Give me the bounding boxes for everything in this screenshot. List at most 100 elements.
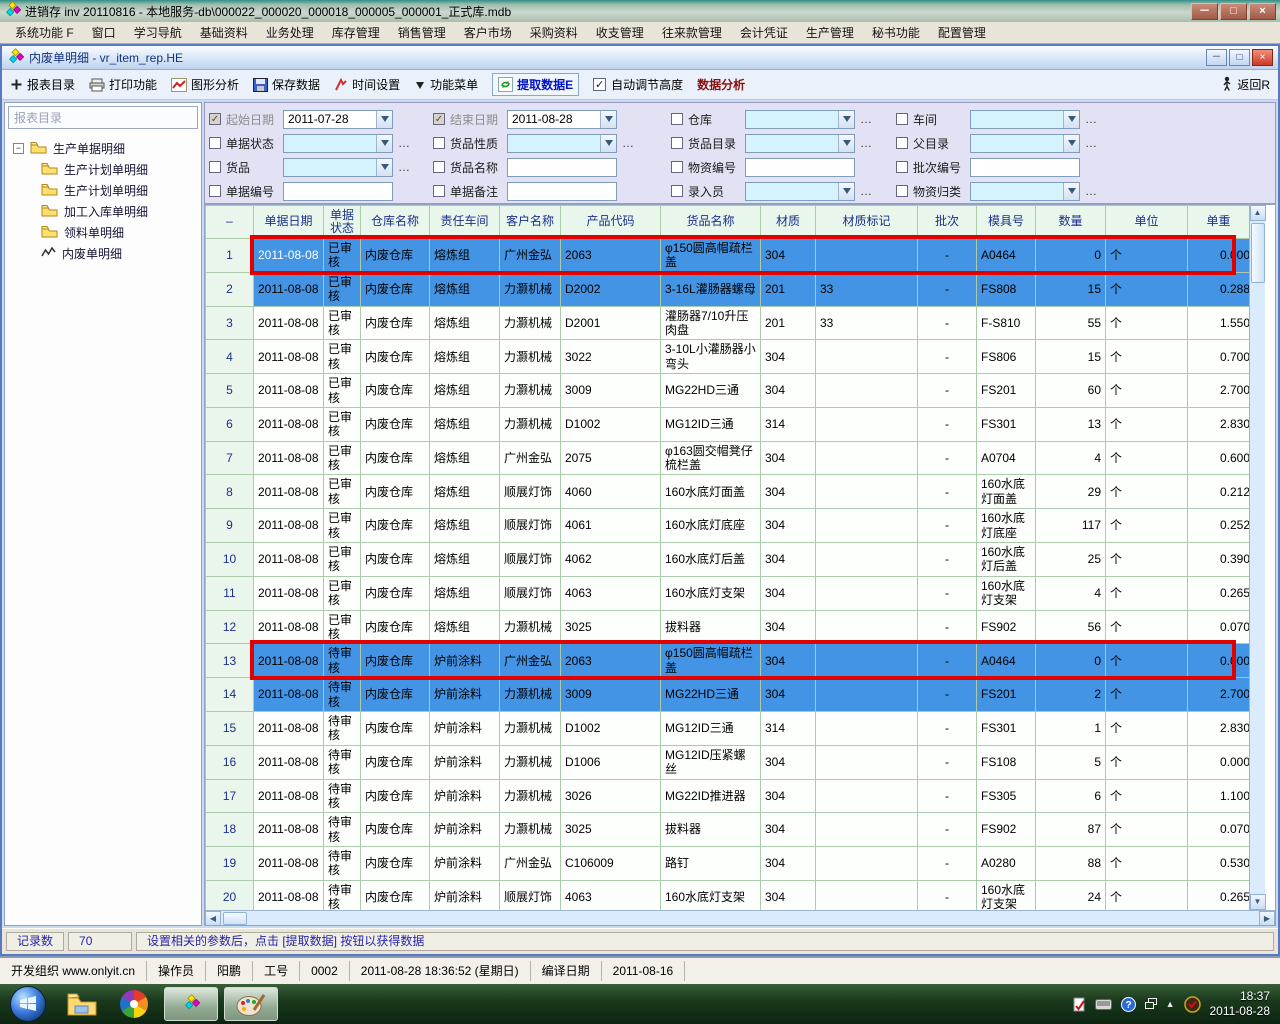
cell[interactable]: 0.600 xyxy=(1188,441,1250,475)
row-number[interactable]: 8 xyxy=(206,475,254,509)
ellipsis-button[interactable]: … xyxy=(860,184,872,198)
cell[interactable]: 304 xyxy=(761,847,816,881)
cell[interactable]: 内废仓库 xyxy=(361,272,430,306)
cell[interactable]: D2002 xyxy=(561,272,661,306)
filter-input-货品目录[interactable] xyxy=(745,134,855,153)
dropdown-arrow-icon[interactable] xyxy=(1063,111,1079,128)
cell[interactable]: 个 xyxy=(1106,779,1188,813)
row-number[interactable]: 19 xyxy=(206,847,254,881)
table-row[interactable]: 62011-08-08已审核内废仓库熔炼组力灏机械D1002MG12ID三通31… xyxy=(206,407,1250,441)
filter-input-单据备注[interactable] xyxy=(507,182,617,201)
cell[interactable]: 待审核 xyxy=(324,644,361,678)
column-header-责任车间[interactable]: 责任车间 xyxy=(430,206,500,239)
cell[interactable]: - xyxy=(918,745,977,779)
filter-input-父目录[interactable] xyxy=(970,134,1080,153)
cell[interactable] xyxy=(816,711,918,745)
table-row[interactable]: 52011-08-08已审核内废仓库熔炼组力灏机械3009MG22HD三通304… xyxy=(206,374,1250,408)
ellipsis-button[interactable]: … xyxy=(398,136,410,150)
cell[interactable]: φ150圆高帽疏栏盖 xyxy=(661,239,761,273)
column-header-货品名称[interactable]: 货品名称 xyxy=(661,206,761,239)
cell[interactable]: 内废仓库 xyxy=(361,644,430,678)
cell[interactable]: 160水底灯面盖 xyxy=(661,475,761,509)
menu-item-0[interactable]: 系统功能 F xyxy=(6,21,83,44)
ellipsis-button[interactable]: … xyxy=(1085,136,1097,150)
row-number[interactable]: 14 xyxy=(206,678,254,712)
menu-item-9[interactable]: 收支管理 xyxy=(587,21,653,44)
cell[interactable]: - xyxy=(918,272,977,306)
row-number[interactable]: 4 xyxy=(206,340,254,374)
cell[interactable]: MG12ID三通 xyxy=(661,407,761,441)
table-row[interactable]: 102011-08-08已审核内废仓库熔炼组顺展灯饰4062160水底灯后盖30… xyxy=(206,543,1250,577)
notes-tray-icon[interactable] xyxy=(1073,997,1086,1012)
cell[interactable]: 2011-08-08 xyxy=(254,813,324,847)
cell[interactable]: FS806 xyxy=(977,340,1036,374)
filter-input-起始日期[interactable]: 2011-07-28 xyxy=(283,110,393,129)
cell[interactable]: MG12ID三通 xyxy=(661,711,761,745)
cell[interactable]: A0464 xyxy=(977,644,1036,678)
vertical-scrollbar[interactable]: ▲ ▼ xyxy=(1249,205,1265,910)
cell[interactable]: 力灏机械 xyxy=(500,340,561,374)
cell[interactable]: 160水底灯支架 xyxy=(977,880,1036,910)
cell[interactable]: 熔炼组 xyxy=(430,610,500,644)
scroll-down-icon[interactable]: ▼ xyxy=(1250,894,1266,910)
dropdown-arrow-icon[interactable] xyxy=(838,135,854,152)
table-row[interactable]: 32011-08-08已审核内废仓库熔炼组力灏机械D2001灌肠器7/10升压肉… xyxy=(206,306,1250,340)
keyboard-tray-icon[interactable] xyxy=(1095,999,1112,1010)
cell[interactable]: MG22ID推进器 xyxy=(661,779,761,813)
cell[interactable]: - xyxy=(918,543,977,577)
menu-item-2[interactable]: 学习导航 xyxy=(125,21,191,44)
cell[interactable] xyxy=(816,745,918,779)
row-number[interactable]: 17 xyxy=(206,779,254,813)
toolbar-button-报表目录[interactable]: 报表目录 xyxy=(10,76,75,93)
cell[interactable]: 广州金弘 xyxy=(500,441,561,475)
cell[interactable]: F-S810 xyxy=(977,306,1036,340)
horizontal-scroll-thumb[interactable] xyxy=(223,912,247,925)
cell[interactable]: 力灏机械 xyxy=(500,306,561,340)
cell[interactable]: 个 xyxy=(1106,610,1188,644)
cell[interactable]: 熔炼组 xyxy=(430,576,500,610)
cell[interactable]: 0.530 xyxy=(1188,847,1250,881)
cell[interactable]: 201 xyxy=(761,306,816,340)
cell[interactable]: 2011-08-08 xyxy=(254,678,324,712)
cell[interactable]: 已审核 xyxy=(324,576,361,610)
cell[interactable]: 个 xyxy=(1106,813,1188,847)
column-header-批次[interactable]: 批次 xyxy=(918,206,977,239)
menu-item-14[interactable]: 配置管理 xyxy=(929,21,995,44)
cell[interactable]: 力灏机械 xyxy=(500,374,561,408)
cell[interactable]: 2011-08-08 xyxy=(254,407,324,441)
cell[interactable]: 0.252 xyxy=(1188,509,1250,543)
cell[interactable]: FS902 xyxy=(977,610,1036,644)
cell[interactable]: 6 xyxy=(1036,779,1106,813)
cell[interactable]: φ150圆高帽疏栏盖 xyxy=(661,644,761,678)
close-button[interactable]: × xyxy=(1249,3,1276,20)
cell[interactable]: - xyxy=(918,509,977,543)
filter-checkbox-单据状态[interactable] xyxy=(209,137,221,149)
cell[interactable]: 160水底灯后盖 xyxy=(661,543,761,577)
cell[interactable]: 已审核 xyxy=(324,475,361,509)
cell[interactable]: 炉前涂料 xyxy=(430,779,500,813)
cell[interactable]: - xyxy=(918,813,977,847)
filter-checkbox-批次编号[interactable] xyxy=(896,161,908,173)
cell[interactable]: FS201 xyxy=(977,374,1036,408)
cell[interactable]: 2011-08-08 xyxy=(254,543,324,577)
table-row[interactable]: 22011-08-08已审核内废仓库熔炼组力灏机械D20023-16L灌肠器螺母… xyxy=(206,272,1250,306)
cell[interactable] xyxy=(816,407,918,441)
row-number[interactable]: 9 xyxy=(206,509,254,543)
menu-item-8[interactable]: 采购资料 xyxy=(521,21,587,44)
browser-pinwheel-icon[interactable] xyxy=(112,987,156,1021)
cell[interactable] xyxy=(816,374,918,408)
cell[interactable]: 304 xyxy=(761,678,816,712)
toolbar-button-时间设置[interactable]: 时间设置 xyxy=(334,76,400,93)
cell[interactable]: 5 xyxy=(1036,745,1106,779)
menu-item-5[interactable]: 库存管理 xyxy=(323,21,389,44)
column-header-客户名称[interactable]: 客户名称 xyxy=(500,206,561,239)
cell[interactable]: 炉前涂料 xyxy=(430,711,500,745)
tree-expander-icon[interactable]: − xyxy=(13,143,24,154)
cell[interactable]: 个 xyxy=(1106,475,1188,509)
cell[interactable]: 待审核 xyxy=(324,847,361,881)
cell[interactable]: 3-16L灌肠器螺母 xyxy=(661,272,761,306)
cell[interactable]: - xyxy=(918,711,977,745)
table-row[interactable]: 92011-08-08已审核内废仓库熔炼组顺展灯饰4061160水底灯底座304… xyxy=(206,509,1250,543)
cell[interactable]: 160水底灯底座 xyxy=(977,509,1036,543)
cell[interactable]: 个 xyxy=(1106,272,1188,306)
